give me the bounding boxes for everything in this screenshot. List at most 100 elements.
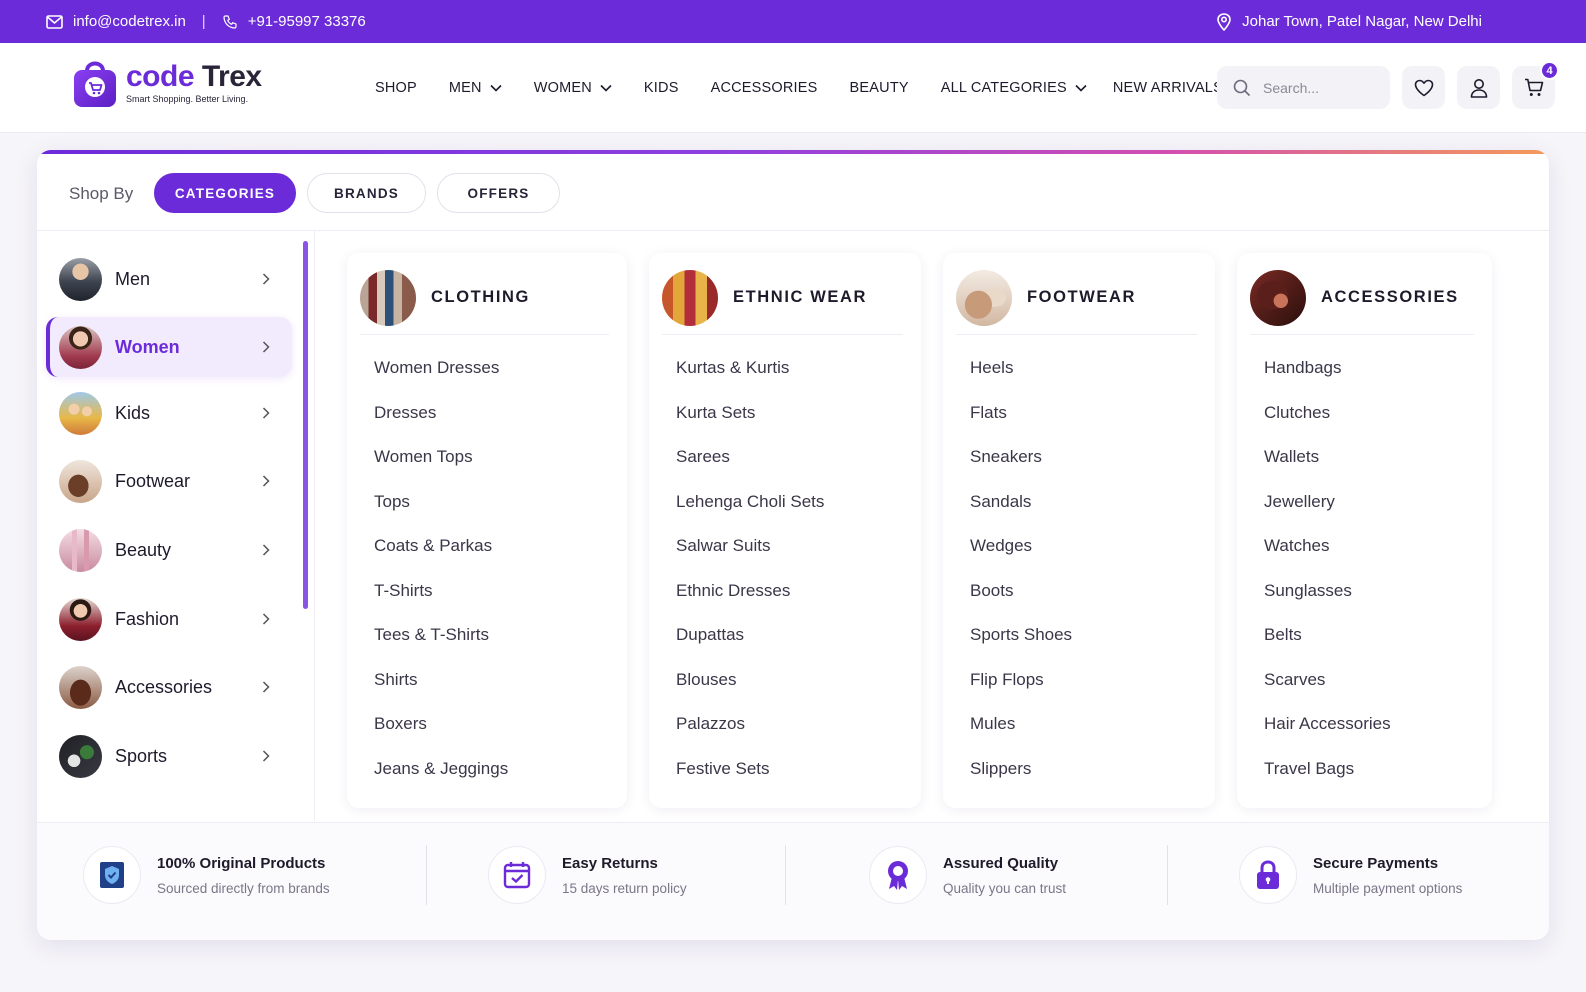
kids-avatar: [59, 391, 102, 435]
list-item[interactable]: Palazzos: [676, 713, 824, 758]
category-column-accessories: ACCESSORIES Handbags Clutches Wallets Je…: [1237, 253, 1492, 808]
list-item[interactable]: Kurta Sets: [676, 402, 824, 447]
list-item[interactable]: Salwar Suits: [676, 535, 824, 580]
list-item[interactable]: Wedges: [970, 535, 1072, 580]
mega-menu-panel: Shop By CATEGORIES BRANDS OFFERS Men Wom…: [37, 150, 1549, 940]
list-item[interactable]: Wallets: [1264, 446, 1391, 491]
category-column-clothing: CLOTHING Women Dresses Dresses Women Top…: [347, 253, 627, 808]
list-item[interactable]: Belts: [1264, 624, 1391, 669]
ethnic-wear-thumbnail: [662, 269, 718, 326]
sidebar-item-accessories[interactable]: Accessories: [46, 657, 292, 717]
list-item[interactable]: Sarees: [676, 446, 824, 491]
list-item[interactable]: Dupattas: [676, 624, 824, 669]
account-button[interactable]: [1457, 66, 1500, 109]
list-item[interactable]: Heels: [970, 357, 1072, 402]
contact-phone[interactable]: +91-95997 33376: [248, 13, 366, 30]
nav-women[interactable]: WOMEN: [534, 80, 612, 96]
gradient-accent-bar: [37, 150, 1549, 154]
sidebar-item-label: Fashion: [115, 608, 180, 629]
list-item[interactable]: Mules: [970, 713, 1072, 758]
list-item[interactable]: Travel Bags: [1264, 758, 1391, 803]
features-strip: 100% Original Products Sourced directly …: [37, 822, 1549, 940]
shop-by-label: Shop By: [69, 184, 134, 203]
list-item[interactable]: Boxers: [374, 713, 508, 758]
list-item[interactable]: Tops: [374, 491, 508, 536]
list-item[interactable]: Sports Shoes: [970, 624, 1072, 669]
feature-title: Easy Returns: [562, 854, 658, 872]
list-item[interactable]: Tees & T-Shirts: [374, 624, 508, 669]
women-avatar: [59, 325, 102, 369]
nav-shop[interactable]: SHOP: [375, 80, 417, 96]
list-item[interactable]: Boots: [970, 580, 1072, 625]
accessories-avatar: [59, 665, 102, 709]
sidebar-item-footwear[interactable]: Footwear: [46, 451, 292, 511]
sidebar-item-men[interactable]: Men: [46, 249, 292, 309]
list-item[interactable]: Blouses: [676, 669, 824, 714]
wishlist-button[interactable]: [1402, 66, 1445, 109]
sidebar-item-women[interactable]: Women: [46, 317, 292, 377]
list-item[interactable]: Jewellery: [1264, 491, 1391, 536]
list-item[interactable]: Clutches: [1264, 402, 1391, 447]
sidebar-item-fashion[interactable]: Fashion: [46, 589, 292, 649]
list-item[interactable]: Hair Accessories: [1264, 713, 1391, 758]
nav-new-arrivals[interactable]: NEW ARRIVALS: [1113, 80, 1223, 96]
phone-icon: [222, 14, 238, 30]
tab-brands[interactable]: BRANDS: [307, 173, 426, 213]
sidebar-item-kids[interactable]: Kids: [46, 383, 292, 443]
list-item[interactable]: Kurtas & Kurtis: [676, 357, 824, 402]
list-item[interactable]: Women Dresses: [374, 357, 508, 402]
brand-tagline: Smart Shopping. Better Living.: [126, 93, 249, 104]
list-item[interactable]: Ethnic Dresses: [676, 580, 824, 625]
sidebar-item-sports[interactable]: Sports: [46, 726, 292, 786]
feature-secure-payments: Secure Payments Multiple payment options: [1239, 845, 1462, 905]
heart-icon: [1414, 79, 1433, 96]
tab-offers[interactable]: OFFERS: [437, 173, 560, 213]
search-box[interactable]: [1217, 66, 1390, 109]
sidebar-item-label: Sports: [115, 745, 168, 766]
footwear-thumbnail: [956, 269, 1012, 326]
list-item[interactable]: Festive Sets: [676, 758, 824, 803]
search-icon: [1233, 79, 1251, 96]
nav-accessories[interactable]: ACCESSORIES: [711, 80, 818, 96]
list-item[interactable]: T-Shirts: [374, 580, 508, 625]
list-item[interactable]: Jeans & Jeggings: [374, 758, 508, 803]
list-item[interactable]: Flats: [970, 402, 1072, 447]
feature-original-products: 100% Original Products Sourced directly …: [83, 845, 330, 905]
feature-assured-quality: Assured Quality Quality you can trust: [869, 845, 1066, 905]
tab-categories[interactable]: CATEGORIES: [154, 173, 296, 213]
nav-men[interactable]: MEN: [449, 80, 502, 96]
list-item[interactable]: Scarves: [1264, 669, 1391, 714]
feature-subtitle: Sourced directly from brands: [157, 880, 330, 896]
cart-button[interactable]: 4: [1512, 61, 1559, 109]
list-item[interactable]: Coats & Parkas: [374, 535, 508, 580]
list-item[interactable]: Lehenga Choli Sets: [676, 491, 824, 536]
feature-divider: [785, 845, 786, 905]
list-item[interactable]: Shirts: [374, 669, 508, 714]
column-title: FOOTWEAR: [1027, 288, 1137, 306]
lock-icon: [1239, 846, 1297, 904]
category-sidebar: Men Women Kids Footwear Beauty Fashion A…: [37, 231, 315, 821]
list-item[interactable]: Slippers: [970, 758, 1072, 803]
brand-logo[interactable]: code Trex Smart Shopping. Better Living.: [72, 55, 262, 109]
list-item[interactable]: Flip Flops: [970, 669, 1072, 714]
list-item[interactable]: Women Tops: [374, 446, 508, 491]
chevron-right-icon: [262, 407, 270, 419]
list-item[interactable]: Watches: [1264, 535, 1391, 580]
chevron-right-icon: [262, 681, 270, 693]
nav-kids[interactable]: KIDS: [644, 80, 679, 96]
list-item[interactable]: Sandals: [970, 491, 1072, 536]
sidebar-item-label: Women: [115, 336, 180, 357]
sidebar-item-beauty[interactable]: Beauty: [46, 520, 292, 580]
calendar-check-icon: [488, 846, 546, 904]
list-item[interactable]: Dresses: [374, 402, 508, 447]
men-avatar: [59, 257, 102, 301]
list-item[interactable]: Handbags: [1264, 357, 1391, 402]
nav-beauty[interactable]: BEAUTY: [850, 80, 909, 96]
nav-all-categories[interactable]: ALL CATEGORIES: [941, 80, 1087, 96]
list-item[interactable]: Sneakers: [970, 446, 1072, 491]
list-item[interactable]: Sunglasses: [1264, 580, 1391, 625]
sidebar-scrollbar[interactable]: [303, 241, 308, 609]
contact-email[interactable]: info@codetrex.in: [73, 13, 186, 30]
search-input[interactable]: [1263, 79, 1373, 96]
sidebar-item-label: Beauty: [115, 539, 172, 560]
